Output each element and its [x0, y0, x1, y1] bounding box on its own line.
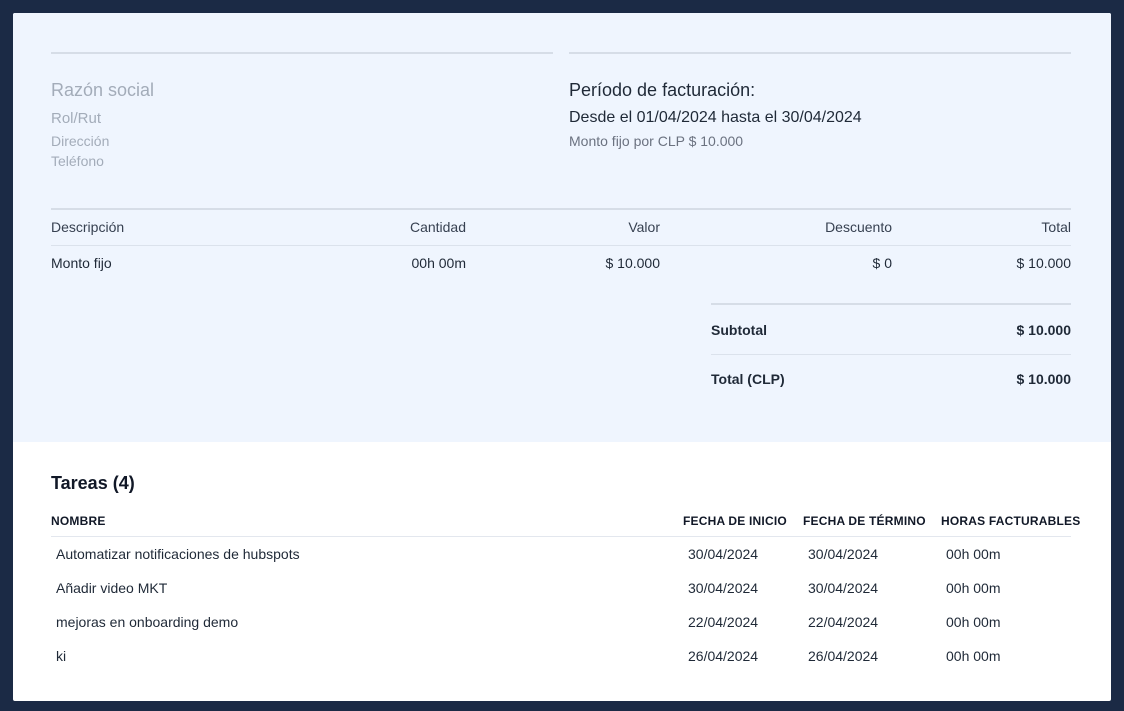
billing-period-note: Monto fijo por CLP $ 10.000: [569, 133, 744, 149]
header-horas-facturables: HORAS FACTURABLES: [941, 514, 1081, 528]
client-telefono: Teléfono: [51, 153, 104, 169]
row-descuento: $ 0: [872, 255, 892, 271]
header-fecha-inicio: FECHA DE INICIO: [683, 514, 787, 528]
period-top-divider: [569, 52, 1071, 54]
invoice-document: Razón social Rol/Rut Dirección Teléfono …: [13, 13, 1111, 701]
items-table-top-divider: [51, 208, 1071, 210]
row-valor: $ 10.000: [605, 255, 661, 271]
task-horas: 00h 00m: [946, 546, 1001, 562]
client-top-divider: [51, 52, 553, 54]
task-horas: 00h 00m: [946, 614, 1001, 630]
tasks-header-divider: [51, 536, 1071, 537]
totals-divider: [711, 354, 1071, 355]
task-nombre: Automatizar notificaciones de hubspots: [56, 546, 300, 562]
task-fecha-termino: 30/04/2024: [808, 546, 879, 562]
client-rol-rut: Rol/Rut: [51, 110, 102, 127]
header-total: Total: [1041, 219, 1071, 235]
header-fecha-termino: FECHA DE TÉRMINO: [803, 514, 926, 528]
client-razon-social: Razón social: [51, 80, 155, 100]
task-nombre: Añadir video MKT: [56, 580, 168, 596]
subtotal-value: $ 10.000: [1016, 322, 1072, 338]
tasks-title: Tareas (4): [51, 473, 135, 493]
header-nombre: NOMBRE: [51, 514, 106, 528]
billing-period-range: Desde el 01/04/2024 hasta el 30/04/2024: [569, 109, 862, 126]
task-fecha-inicio: 22/04/2024: [688, 614, 759, 630]
header-descuento: Descuento: [825, 219, 892, 235]
client-direccion: Dirección: [51, 133, 110, 149]
task-fecha-termino: 30/04/2024: [808, 580, 879, 596]
row-cantidad: 00h 00m: [411, 255, 466, 271]
header-valor: Valor: [628, 219, 660, 235]
task-fecha-inicio: 30/04/2024: [688, 580, 759, 596]
header-descripcion: Descripción: [51, 219, 125, 235]
billing-period-title: Período de facturación:: [569, 80, 756, 100]
task-fecha-inicio: 26/04/2024: [688, 648, 759, 664]
task-horas: 00h 00m: [946, 648, 1001, 664]
task-nombre: mejoras en onboarding demo: [56, 614, 239, 630]
totals-top-divider: [711, 303, 1071, 305]
row-total: $ 10.000: [1016, 255, 1072, 271]
task-fecha-termino: 26/04/2024: [808, 648, 879, 664]
total-clp-value: $ 10.000: [1016, 371, 1072, 387]
items-header-divider: [51, 245, 1071, 246]
row-descripcion: Monto fijo: [51, 255, 112, 271]
total-clp-label: Total (CLP): [711, 371, 785, 387]
invoice-summary-section: Razón social Rol/Rut Dirección Teléfono …: [13, 13, 1111, 442]
task-fecha-termino: 22/04/2024: [808, 614, 879, 630]
header-cantidad: Cantidad: [409, 219, 466, 235]
subtotal-label: Subtotal: [711, 322, 767, 338]
task-nombre: ki: [56, 648, 67, 664]
task-horas: 00h 00m: [946, 580, 1001, 596]
task-fecha-inicio: 30/04/2024: [688, 546, 759, 562]
